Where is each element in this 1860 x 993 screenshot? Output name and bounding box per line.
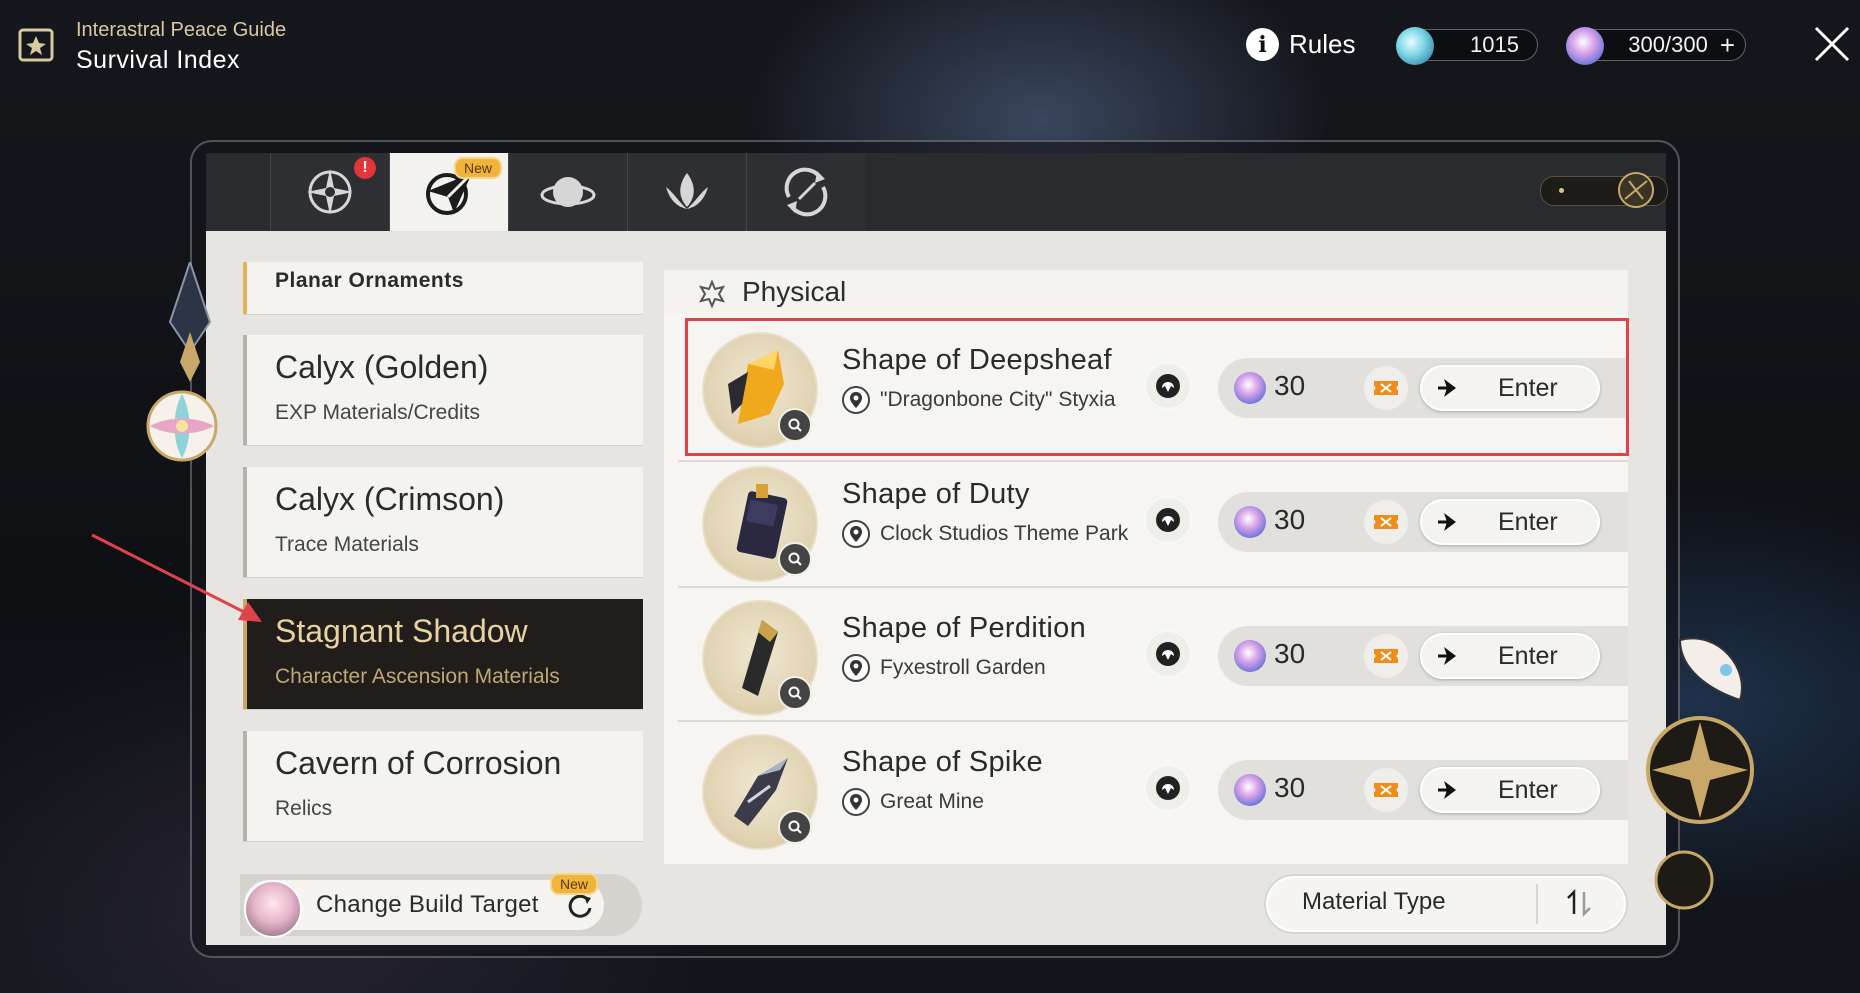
weakness-icon: [1146, 632, 1190, 676]
power-cost: 30: [1274, 504, 1306, 535]
stellar-jade-value: 1015: [1470, 32, 1519, 57]
reserve-ticket-icon[interactable]: [1364, 768, 1408, 812]
flower-ornament-icon: [1646, 637, 1754, 910]
info-icon: i: [1246, 28, 1279, 61]
domain-name: Shape of Spike: [842, 746, 1043, 778]
domain-name: Shape of Perdition: [842, 612, 1087, 644]
weakness-icon: [1146, 766, 1190, 810]
row-divider: [678, 586, 1628, 588]
new-badge: New: [550, 873, 599, 895]
trailblaze-power-value: 300/300: [1628, 32, 1708, 57]
new-badge: New: [454, 157, 503, 179]
category-title: Cavern of Corrosion: [275, 745, 562, 781]
enter-button[interactable]: Enter: [1420, 633, 1600, 679]
section-header: Physical: [664, 270, 1628, 314]
alert-badge: !: [354, 157, 376, 179]
refresh-icon: [568, 894, 592, 918]
arrow-right-icon: [1428, 504, 1464, 540]
tab-planet[interactable]: [508, 153, 627, 231]
trailblaze-power-cost-icon: [1234, 640, 1266, 672]
category-subtitle: Trace Materials: [275, 533, 419, 556]
compass-ornament-icon: [146, 262, 218, 462]
planet-icon: [540, 177, 596, 207]
list-item[interactable]: Shape of Duty Clock Studios Theme Park 3…: [678, 456, 1628, 586]
category-planar-ornaments[interactable]: Planar Ornaments: [243, 262, 643, 314]
domain-location: Fyxestroll Garden: [842, 654, 1046, 682]
category-calyx-golden[interactable]: Calyx (Golden) EXP Materials/Credits: [243, 335, 643, 445]
enter-label: Enter: [1498, 507, 1558, 536]
location-label: Great Mine: [880, 790, 984, 813]
category-title: Stagnant Shadow: [275, 613, 528, 649]
arrow-right-icon: [1428, 772, 1464, 808]
header-subtitle: Interastral Peace Guide: [76, 19, 287, 41]
arrow-right-icon: [1428, 638, 1464, 674]
section-label: Physical: [742, 276, 847, 307]
change-build-label: Change Build Target: [316, 891, 539, 918]
toggle-dot: [1559, 188, 1564, 193]
category-title: Calyx (Golden): [275, 349, 489, 385]
trailblaze-power-cost-icon: [1234, 506, 1266, 538]
close-icon[interactable]: [1812, 24, 1852, 64]
domain-name: Shape of Duty: [842, 478, 1030, 510]
trailblaze-power-icon: [1566, 27, 1604, 65]
guide-book-icon: [18, 28, 54, 62]
tab-lotus[interactable]: [627, 153, 746, 231]
trailblaze-power-cost-icon: [1234, 774, 1266, 806]
list-item[interactable]: Shape of Perdition Fyxestroll Garden 30 …: [678, 590, 1628, 720]
category-title: Calyx (Crimson): [275, 481, 505, 517]
category-cavern-of-corrosion[interactable]: Cavern of Corrosion Relics: [243, 731, 643, 841]
location-pin-icon: [842, 520, 870, 548]
power-cost: 30: [1274, 638, 1306, 669]
tab-cycle[interactable]: [746, 153, 865, 231]
physical-type-icon: [698, 280, 726, 308]
list-item[interactable]: Shape of Spike Great Mine 30 Enter: [678, 724, 1628, 854]
material-type-label: Material Type: [1302, 888, 1446, 915]
domain-location: Clock Studios Theme Park: [842, 520, 1128, 548]
reserve-ticket-icon[interactable]: [1364, 500, 1408, 544]
selection-highlight: [685, 318, 1629, 456]
row-divider: [678, 720, 1628, 722]
category-calyx-crimson[interactable]: Calyx (Crimson) Trace Materials: [243, 467, 643, 577]
weakness-icon: [1146, 498, 1190, 542]
rules-label: Rules: [1289, 29, 1356, 59]
lotus-icon: [666, 173, 708, 209]
compass-star-icon: [307, 169, 353, 215]
power-cost: 30: [1274, 772, 1306, 803]
page-title: Survival Index: [76, 46, 241, 74]
location-label: Fyxestroll Garden: [880, 656, 1046, 679]
location-pin-icon: [842, 788, 870, 816]
category-tab-bar: [206, 153, 1666, 231]
category-subtitle: EXP Materials/Credits: [275, 401, 481, 424]
enter-button[interactable]: Enter: [1420, 767, 1600, 813]
cycle-icon: [784, 167, 828, 217]
sort-icon[interactable]: [1564, 888, 1594, 918]
category-subtitle: Character Ascension Materials: [275, 665, 560, 688]
location-pin-icon: [842, 654, 870, 682]
zoom-icon[interactable]: [778, 810, 812, 844]
add-power-button[interactable]: +: [1720, 30, 1735, 61]
enter-label: Enter: [1498, 641, 1558, 670]
category-title: Planar Ornaments: [275, 269, 464, 292]
category-subtitle: Relics: [275, 797, 333, 820]
emblem-icon: [1618, 172, 1654, 208]
divider: [1536, 884, 1538, 924]
category-stagnant-shadow[interactable]: Stagnant Shadow Character Ascension Mate…: [243, 599, 643, 709]
view-toggle[interactable]: [1540, 172, 1668, 208]
location-label: Clock Studios Theme Park: [880, 522, 1129, 545]
avatar: [244, 880, 302, 938]
stellar-jade-icon: [1396, 27, 1434, 65]
enter-button[interactable]: Enter: [1420, 499, 1600, 545]
zoom-icon[interactable]: [778, 542, 812, 576]
reserve-ticket-icon[interactable]: [1364, 634, 1408, 678]
domain-location: Great Mine: [842, 788, 984, 816]
enter-label: Enter: [1498, 775, 1558, 804]
rules-button[interactable]: i Rules: [1246, 28, 1355, 61]
zoom-icon[interactable]: [778, 676, 812, 710]
